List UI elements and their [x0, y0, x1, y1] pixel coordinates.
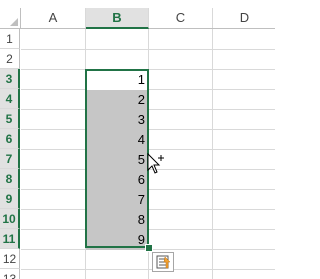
row-header-11[interactable]: 11 — [0, 229, 20, 249]
grid-line — [212, 29, 213, 279]
cell-b4[interactable]: 2 — [86, 90, 148, 110]
grid-line — [21, 69, 275, 70]
row-header-13[interactable]: 13 — [0, 269, 20, 279]
row-header-4[interactable]: 4 — [0, 89, 20, 109]
cell-b7[interactable]: 5 — [86, 150, 148, 170]
cell-b5[interactable]: 3 — [86, 110, 148, 130]
row-header-2[interactable]: 2 — [0, 49, 20, 69]
grid-line — [21, 49, 275, 50]
row-header-5[interactable]: 5 — [0, 109, 20, 129]
spreadsheet-grid: A B C D 1 2 3 4 5 6 7 8 9 10 11 12 13 1 … — [0, 0, 275, 279]
select-all-corner[interactable] — [0, 8, 21, 28]
column-header-row: A B C D — [0, 8, 275, 29]
grid-line — [21, 129, 275, 130]
row-header-3[interactable]: 3 — [0, 69, 20, 89]
column-header-b[interactable]: B — [86, 8, 149, 29]
grid-line — [21, 229, 275, 230]
column-header-a[interactable]: A — [21, 8, 86, 28]
cell-b8[interactable]: 6 — [86, 170, 148, 190]
column-header-c[interactable]: C — [149, 8, 213, 28]
grid-line — [148, 29, 149, 279]
row-header-10[interactable]: 10 — [0, 209, 20, 229]
column-header-d[interactable]: D — [213, 8, 275, 28]
row-header-9[interactable]: 9 — [0, 189, 20, 209]
cell-b3[interactable]: 1 — [86, 70, 148, 90]
row-header-6[interactable]: 6 — [0, 129, 20, 149]
grid-line — [21, 89, 275, 90]
cell-b10[interactable]: 8 — [86, 210, 148, 230]
grid-line — [21, 189, 275, 190]
quick-analysis-button[interactable] — [152, 252, 174, 272]
move-cursor-icon — [147, 152, 164, 174]
grid-line — [21, 149, 275, 150]
row-header-8[interactable]: 8 — [0, 169, 20, 189]
select-all-triangle-icon — [10, 18, 18, 26]
grid-line — [21, 169, 275, 170]
grid-line — [21, 109, 275, 110]
row-header-7[interactable]: 7 — [0, 149, 20, 169]
grid-line — [21, 209, 275, 210]
quick-analysis-icon — [156, 255, 171, 269]
grid-line — [21, 269, 275, 270]
fill-handle[interactable] — [145, 244, 153, 252]
row-header-1[interactable]: 1 — [0, 29, 20, 49]
cell-b9[interactable]: 7 — [86, 190, 148, 210]
row-header-12[interactable]: 12 — [0, 249, 20, 269]
cell-b11[interactable]: 9 — [86, 230, 148, 250]
cell-b6[interactable]: 4 — [86, 130, 148, 150]
